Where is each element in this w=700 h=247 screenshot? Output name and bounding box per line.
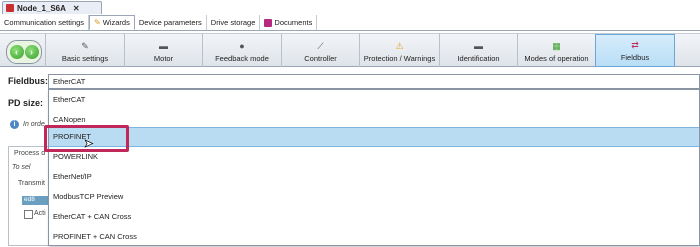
close-icon[interactable]: ✕ (73, 4, 80, 13)
fieldbus-dropdown-list: EtherCAT CANopen PROFINET POWERLINK Ethe… (48, 89, 700, 246)
dropdown-option-ethercat[interactable]: EtherCAT (49, 90, 699, 110)
step-feedback-mode[interactable]: ● Feedback mode (202, 34, 281, 67)
dropdown-option-profinet-can-cross[interactable]: PROFINET + CAN Cross (49, 227, 699, 247)
step-label: Controller (304, 54, 337, 63)
tab-wizards[interactable]: ✎ Wizards (89, 15, 135, 30)
step-label: Feedback mode (215, 54, 269, 63)
dropdown-option-ethercat-can-cross[interactable]: EtherCAT + CAN Cross (49, 207, 699, 227)
step-motor[interactable]: ▬ Motor (124, 34, 202, 67)
wizard-wand-icon: ✎ (94, 18, 101, 27)
node-tab-title: Node_1_S6A (17, 3, 66, 13)
node-tab[interactable]: Node_1_S6A ✕ (2, 1, 102, 14)
forward-arrow-icon[interactable]: › (24, 45, 39, 59)
fieldbus-label: Fieldbus: (8, 76, 48, 86)
info-icon: i (10, 120, 19, 129)
tab-documents[interactable]: Documents (260, 15, 318, 30)
to-select-text: To sel (12, 164, 31, 171)
tab-device-parameters[interactable]: Device parameters (135, 15, 207, 30)
step-protection-warnings[interactable]: ⚠ Protection / Warnings (359, 34, 439, 67)
tab-communication-settings[interactable]: Communication settings (0, 15, 90, 30)
step-basic-settings[interactable]: ✎ Basic settings (45, 34, 124, 67)
feedback-icon: ● (239, 41, 245, 51)
step-label: Modes of operation (524, 54, 589, 63)
step-controller[interactable]: ⟋ Controller (281, 34, 359, 67)
tab-label: Communication settings (4, 18, 85, 27)
transmit-label: Transmit (18, 180, 45, 187)
tab-label: Wizards (102, 18, 130, 27)
pd-size-label: PD size: (8, 98, 44, 108)
identification-icon: ▬ (474, 41, 483, 51)
step-fieldbus[interactable]: ⇄ Fieldbus (595, 34, 675, 67)
modes-icon: ▦ (552, 41, 561, 51)
step-label: Basic settings (61, 54, 109, 63)
step-modes-of-operation[interactable]: ▦ Modes of operation (517, 34, 595, 67)
active-label: Acti (34, 210, 46, 217)
motor-icon: ▬ (159, 41, 168, 51)
top-tab-bar: Communication settings ✎ Wizards Device … (0, 14, 700, 31)
mouse-pointer-icon: ➤ (84, 138, 94, 150)
step-label: Fieldbus (620, 53, 650, 62)
process-data-title: Process d (14, 150, 46, 157)
dropdown-option-modbustcp[interactable]: ModbusTCP Preview (49, 187, 699, 207)
dropdown-option-profinet[interactable]: PROFINET (49, 127, 699, 147)
wrench-icon: ✎ (81, 41, 89, 51)
active-checkbox[interactable] (24, 210, 33, 219)
info-text: In orde (23, 121, 45, 128)
tab-label: Device parameters (138, 18, 202, 27)
tab-label: Drive storage (210, 18, 256, 27)
tab-label: Documents (274, 18, 313, 27)
step-label: Protection / Warnings (363, 54, 436, 63)
fieldbus-select[interactable]: EtherCAT (48, 74, 700, 89)
fieldbus-icon: ⇄ (631, 40, 639, 50)
warning-icon: ⚠ (395, 41, 404, 51)
step-identification[interactable]: ▬ Identification (439, 34, 517, 67)
wizard-step-bar: ‹ › ✎ Basic settings ▬ Motor ● Feedback … (0, 33, 700, 67)
dropdown-option-powerlink[interactable]: POWERLINK (49, 147, 699, 167)
wizard-navigation[interactable]: ‹ › (6, 40, 42, 64)
table-cell[interactable]: ed8 (22, 196, 48, 205)
documents-icon (264, 18, 273, 27)
dropdown-option-ethernet-ip[interactable]: EtherNet/IP (49, 167, 699, 187)
step-label: Motor (153, 54, 174, 63)
step-label: Identification (457, 54, 500, 63)
node-icon (6, 4, 14, 12)
back-arrow-icon[interactable]: ‹ (9, 45, 24, 59)
controller-icon: ⟋ (317, 41, 324, 51)
tab-drive-storage[interactable]: Drive storage (207, 15, 261, 30)
